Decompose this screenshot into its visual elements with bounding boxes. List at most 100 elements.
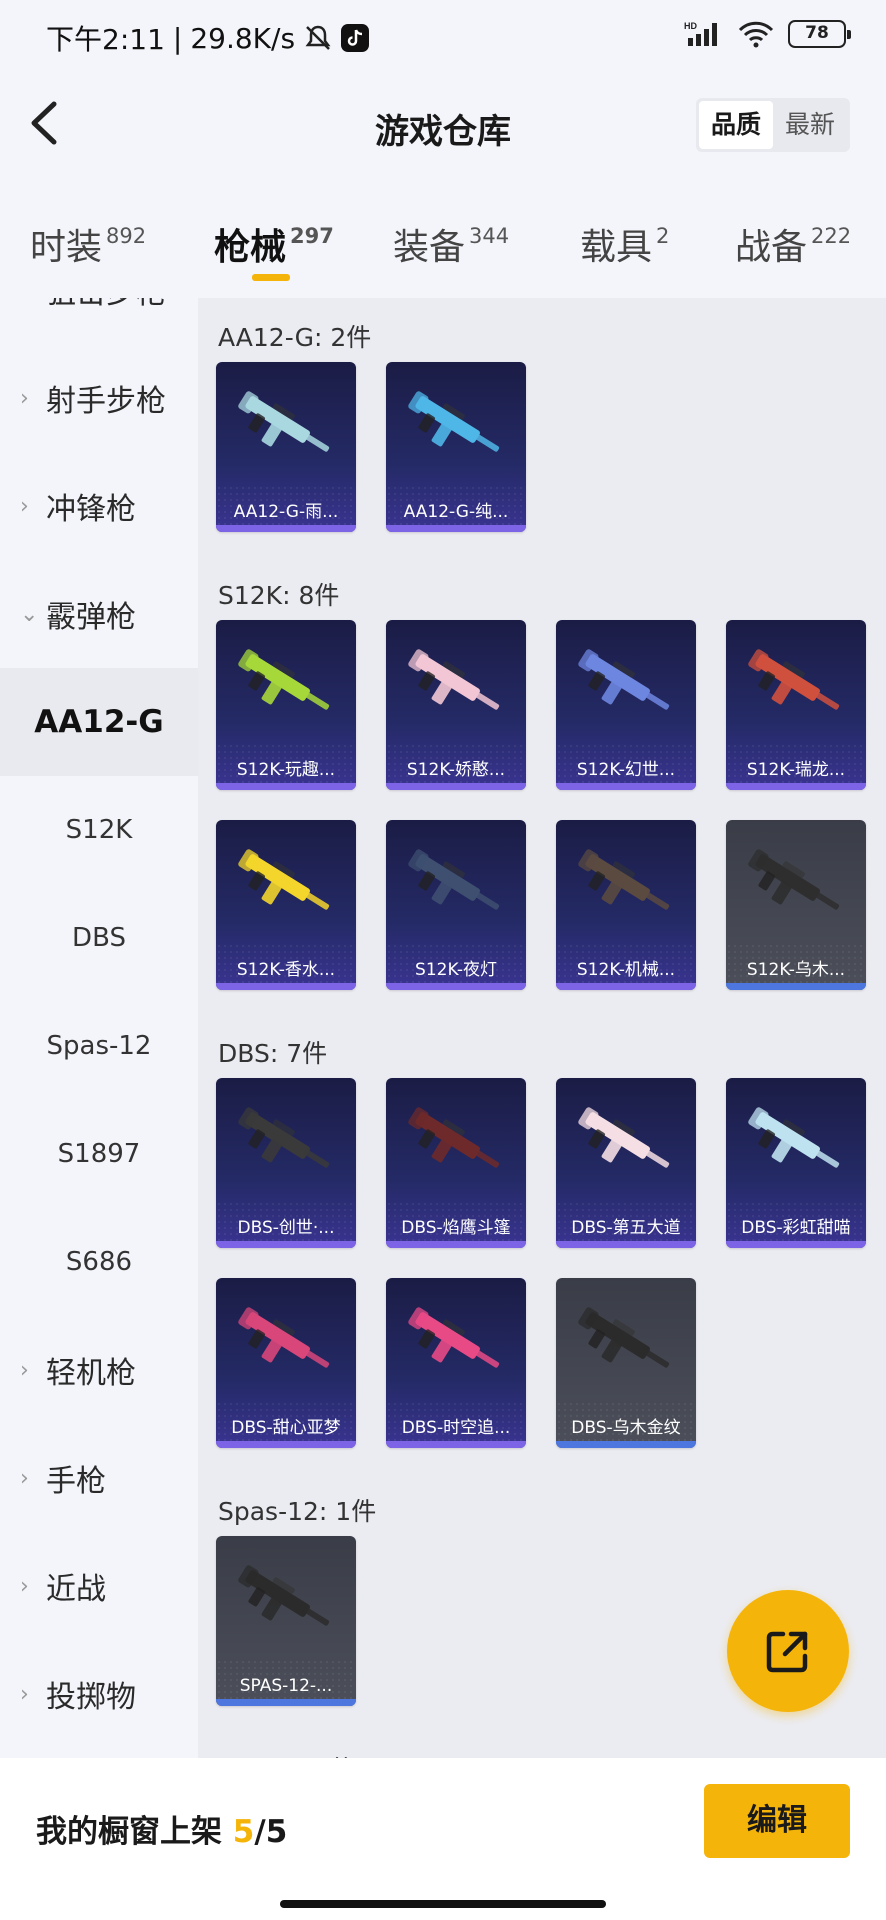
weapon-type-sidebar: › 狙击步枪 › 射手步枪 › 冲锋枪 ⌄ 霰弹枪 AA12-G S12K DBS Spas-12 S1…: [0, 298, 198, 1758]
sidebar-item[interactable]: S686: [0, 1208, 198, 1316]
weapon-card[interactable]: DBS-彩虹甜喵: [726, 1078, 866, 1248]
weapon-card[interactable]: DBS-甜心亚梦: [216, 1278, 356, 1448]
weapon-image: [238, 391, 330, 452]
weapon-image: [748, 1107, 840, 1168]
weapon-card[interactable]: AA12-G-雨...: [216, 362, 356, 532]
weapon-name: S12K-幻世...: [576, 760, 676, 780]
weapon-card[interactable]: S12K-玩趣...: [216, 620, 356, 790]
status-bar: 下午2:11 | 29.8K/s HD 78: [0, 0, 886, 70]
weapon-card[interactable]: DBS-第五大道: [556, 1078, 696, 1248]
rarity-bar: [556, 783, 696, 790]
sidebar-item-label: S1897: [57, 1139, 141, 1169]
group-title: S1897: 5件: [218, 1750, 355, 1758]
chevron-right-icon: ›: [20, 1357, 29, 1383]
mute-icon: [305, 25, 331, 50]
sidebar-item[interactable]: S1897: [0, 1100, 198, 1208]
sidebar-item[interactable]: › 冲锋枪: [0, 452, 198, 560]
weapon-image: [238, 1107, 330, 1168]
sidebar-item-label: 手枪: [46, 1464, 106, 1499]
weapon-name: SPAS-12-...: [239, 1676, 333, 1696]
showcase-total: /5: [254, 1814, 288, 1850]
page-header: 游戏仓库 品质 最新: [0, 70, 886, 180]
sidebar-item-label: AA12-G: [34, 704, 164, 740]
sort-quality-button[interactable]: 品质: [698, 101, 773, 149]
group-title: Spas-12: 1件: [218, 1497, 377, 1526]
weapon-image: [748, 649, 840, 710]
wifi-icon: [738, 21, 774, 48]
weapon-card[interactable]: DBS-时空追...: [386, 1278, 526, 1448]
weapon-name: AA12-G-纯...: [403, 502, 509, 522]
weapon-image: [238, 1307, 330, 1368]
status-time: 下午2:11: [46, 23, 165, 56]
tab-equipment[interactable]: 装备 344: [393, 218, 509, 270]
weapon-name: DBS-彩虹甜喵: [741, 1218, 851, 1238]
sidebar-item[interactable]: ⌄ 霰弹枪: [0, 560, 198, 668]
weapon-image: [578, 1107, 670, 1168]
sidebar-item-label: 轻机枪: [46, 1356, 136, 1391]
weapon-name: S12K-机械...: [576, 960, 676, 980]
weapon-image: [748, 849, 840, 910]
weapon-image: [578, 849, 670, 910]
tab-vehicles[interactable]: 载具 2: [580, 218, 669, 270]
active-tab-indicator: [252, 274, 290, 281]
weapon-card[interactable]: S12K-夜灯: [386, 820, 526, 990]
chevron-right-icon: ›: [20, 1573, 29, 1599]
sidebar-item[interactable]: › 手枪: [0, 1424, 198, 1532]
weapon-card[interactable]: DBS-焰鹰斗篷: [386, 1078, 526, 1248]
weapon-card[interactable]: S12K-香水...: [216, 820, 356, 990]
weapon-card[interactable]: DBS-乌木金纹: [556, 1278, 696, 1448]
category-tabs: 时装 892 枪械 297 装备 344 载具 2 战备 222: [0, 180, 886, 298]
weapon-card[interactable]: DBS-创世·...: [216, 1078, 356, 1248]
sidebar-item[interactable]: › 轻机枪: [0, 1316, 198, 1424]
rarity-bar: [556, 1241, 696, 1248]
weapon-image: [238, 649, 330, 710]
tab-fashion[interactable]: 时装 892: [30, 218, 146, 270]
sidebar-item[interactable]: Spas-12: [0, 992, 198, 1100]
weapon-name: DBS-乌木金纹: [571, 1418, 681, 1438]
svg-text:HD: HD: [684, 21, 697, 31]
sidebar-item[interactable]: DBS: [0, 884, 198, 992]
rarity-bar: [386, 1441, 526, 1448]
sidebar-item[interactable]: S12K: [0, 776, 198, 884]
weapon-card[interactable]: AA12-G-纯...: [386, 362, 526, 532]
rarity-bar: [726, 983, 866, 990]
weapon-image: [238, 849, 330, 910]
weapon-image: [578, 1307, 670, 1368]
weapon-name: S12K-乌木...: [746, 960, 846, 980]
sidebar-item[interactable]: › 射手步枪: [0, 344, 198, 452]
rarity-bar: [216, 525, 356, 532]
weapon-card[interactable]: S12K-瑞龙...: [726, 620, 866, 790]
weapon-image: [408, 849, 500, 910]
edit-button[interactable]: 编辑: [704, 1784, 850, 1858]
status-speed: 29.8K/s: [190, 21, 296, 55]
weapon-name: S12K-玩趣...: [236, 760, 336, 780]
sidebar-item[interactable]: › 狙击步枪: [0, 298, 198, 344]
weapon-card[interactable]: S12K-幻世...: [556, 620, 696, 790]
sidebar-item[interactable]: › 近战: [0, 1532, 198, 1640]
sidebar-item-label: S12K: [65, 815, 133, 845]
home-indicator: [280, 1900, 606, 1908]
weapon-name: DBS-创世·...: [237, 1218, 335, 1238]
weapon-image: [408, 1307, 500, 1368]
sidebar-item[interactable]: AA12-G: [0, 668, 198, 776]
weapon-image: [408, 391, 500, 452]
bottom-bar: 我的橱窗上架 5/5 编辑: [0, 1758, 886, 1920]
weapon-name: S12K-瑞龙...: [746, 760, 846, 780]
sidebar-item-label: 近战: [46, 1572, 106, 1607]
sidebar-item[interactable]: › 投掷物: [0, 1640, 198, 1748]
weapon-card[interactable]: S12K-机械...: [556, 820, 696, 990]
rarity-bar: [386, 983, 526, 990]
rarity-bar: [386, 783, 526, 790]
sort-newest-button[interactable]: 最新: [773, 101, 847, 149]
sidebar-item-label: 霰弹枪: [46, 600, 136, 635]
tab-firearms[interactable]: 枪械 297: [214, 218, 334, 281]
chevron-right-icon: ›: [20, 385, 29, 411]
weapon-image: [408, 1107, 500, 1168]
weapon-name: S12K-夜灯: [415, 960, 497, 980]
weapon-card[interactable]: SPAS-12-...: [216, 1536, 356, 1706]
tab-supplies[interactable]: 战备 222: [735, 218, 851, 270]
rarity-bar: [216, 1241, 356, 1248]
weapon-card[interactable]: S12K-娇憨...: [386, 620, 526, 790]
share-fab[interactable]: [727, 1590, 849, 1712]
weapon-card[interactable]: S12K-乌木...: [726, 820, 866, 990]
